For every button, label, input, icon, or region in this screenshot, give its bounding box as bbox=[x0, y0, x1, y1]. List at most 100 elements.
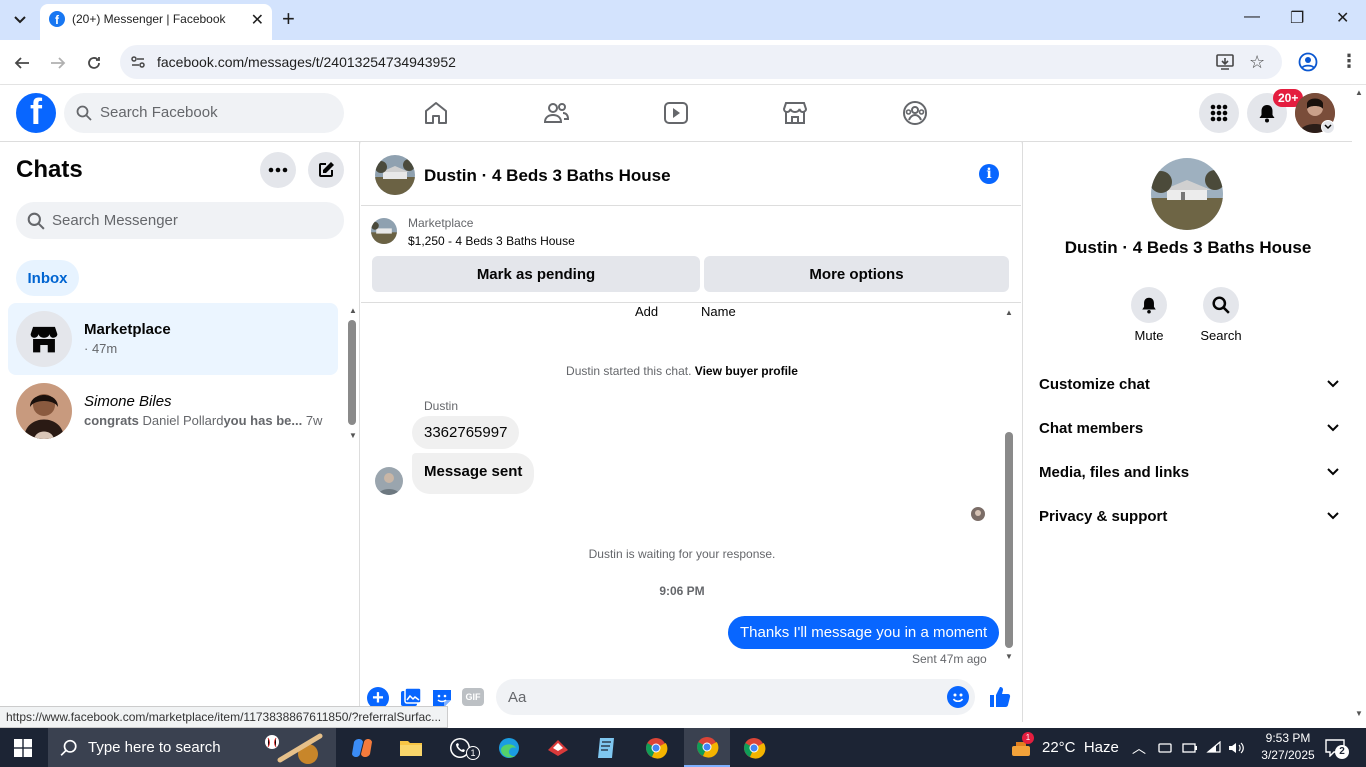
tab-title: (20+) Messenger | Facebook bbox=[72, 12, 226, 26]
home-icon[interactable] bbox=[422, 99, 450, 127]
add-label[interactable]: Add bbox=[635, 304, 658, 319]
messenger-search-input[interactable]: Search Messenger bbox=[16, 202, 344, 239]
filter-inbox[interactable]: Inbox bbox=[16, 260, 79, 296]
media-files-links-section[interactable]: Media, files and links bbox=[1039, 450, 1339, 494]
friends-icon[interactable] bbox=[542, 99, 570, 127]
facebook-logo-icon[interactable]: f bbox=[16, 93, 56, 133]
tray-meet-icon[interactable] bbox=[1158, 728, 1172, 767]
notes-app-icon[interactable] bbox=[587, 732, 627, 764]
weather-widget[interactable]: 1 22°C Haze bbox=[1010, 728, 1119, 767]
tray-wifi-icon[interactable] bbox=[1206, 728, 1222, 767]
tab-search-chevron-icon[interactable] bbox=[8, 8, 32, 32]
restore-icon[interactable]: ❐ bbox=[1290, 8, 1304, 28]
install-app-icon[interactable] bbox=[1216, 53, 1234, 71]
browser-menu-icon[interactable]: ⋮ bbox=[1340, 51, 1358, 72]
facebook-favicon-icon: f bbox=[49, 11, 65, 27]
chat-item-simone-biles[interactable]: Simone Biles congrats Daniel Pollardyou … bbox=[8, 375, 338, 447]
chats-scroll-thumb[interactable] bbox=[348, 320, 356, 425]
url-text: facebook.com/messages/t/2401325473494395… bbox=[157, 54, 456, 70]
chevron-down-icon bbox=[1327, 424, 1339, 432]
search-icon bbox=[60, 739, 78, 757]
started-text: Dustin started this chat. bbox=[566, 364, 692, 378]
profile-icon[interactable] bbox=[1298, 52, 1318, 72]
menu-grid-icon[interactable] bbox=[1199, 93, 1239, 133]
copilot-app-icon[interactable] bbox=[342, 732, 382, 764]
taskbar-search-input[interactable]: Type here to search bbox=[48, 728, 336, 767]
chats-sidebar: Chats Search Messenger Inbox Marketplace… bbox=[0, 142, 360, 706]
chat-name: Marketplace bbox=[84, 321, 171, 338]
address-bar[interactable]: facebook.com/messages/t/2401325473494395… bbox=[120, 45, 1282, 79]
groups-icon[interactable] bbox=[901, 99, 929, 127]
customize-chat-section[interactable]: Customize chat bbox=[1039, 362, 1339, 406]
bookmark-star-icon[interactable]: ☆ bbox=[1249, 52, 1265, 73]
house-avatar[interactable] bbox=[375, 155, 415, 195]
reload-icon[interactable] bbox=[83, 52, 105, 74]
message-bubble-in[interactable]: 3362765997 bbox=[412, 416, 520, 449]
privacy-support-section[interactable]: Privacy & support bbox=[1039, 494, 1339, 538]
back-arrow-icon[interactable] bbox=[11, 52, 33, 74]
listing-title[interactable]: $1,250 - 4 Beds 3 Baths House bbox=[408, 234, 575, 248]
facebook-search-input[interactable]: Search Facebook bbox=[64, 93, 344, 133]
site-settings-icon[interactable] bbox=[130, 54, 146, 70]
view-buyer-profile-link[interactable]: View buyer profile bbox=[695, 364, 798, 378]
chats-options-icon[interactable] bbox=[260, 152, 296, 188]
notification-count: 2 bbox=[1335, 744, 1349, 759]
game-app-icon[interactable] bbox=[538, 732, 578, 764]
message-input[interactable]: Aa bbox=[496, 679, 975, 715]
tray-volume-icon[interactable] bbox=[1228, 728, 1246, 767]
notification-center-icon[interactable]: 2 bbox=[1325, 728, 1349, 767]
new-tab-plus-icon[interactable]: + bbox=[282, 6, 295, 32]
mark-as-pending-button[interactable]: Mark as pending bbox=[372, 256, 700, 292]
conversation-title[interactable]: Dustin · 4 Beds 3 Baths House bbox=[424, 166, 671, 186]
messages-scroll-thumb[interactable] bbox=[1005, 432, 1013, 648]
message-bubble-out[interactable]: Thanks I'll message you in a moment bbox=[728, 616, 1000, 649]
chrome-icon[interactable] bbox=[636, 732, 676, 764]
more-options-button[interactable]: More options bbox=[704, 256, 1009, 292]
chevron-down-icon bbox=[1327, 380, 1339, 388]
tab-close-icon[interactable]: ✕ bbox=[251, 10, 264, 30]
house-large-avatar[interactable] bbox=[1151, 158, 1223, 230]
info-icon[interactable]: i bbox=[979, 164, 999, 184]
window-close-icon[interactable]: ✕ bbox=[1336, 8, 1349, 28]
emoji-icon[interactable] bbox=[947, 686, 969, 708]
chevron-down-icon bbox=[1327, 468, 1339, 476]
mute-button[interactable]: Mute bbox=[1119, 287, 1179, 343]
account-chevron-icon[interactable] bbox=[1321, 120, 1335, 134]
watch-video-icon[interactable] bbox=[662, 99, 690, 127]
taskbar-search-placeholder: Type here to search bbox=[88, 739, 221, 756]
like-thumbs-up-icon[interactable] bbox=[988, 685, 1012, 709]
browser-toolbar: facebook.com/messages/t/2401325473494395… bbox=[0, 40, 1366, 85]
tray-battery-icon[interactable] bbox=[1182, 728, 1198, 767]
minimize-icon[interactable]: — bbox=[1244, 8, 1260, 26]
messages-scrollbar[interactable]: ▲ ▼ bbox=[1003, 308, 1015, 664]
chrome-active-icon[interactable] bbox=[684, 728, 730, 767]
marketplace-icon[interactable] bbox=[781, 99, 809, 127]
name-label[interactable]: Name bbox=[701, 304, 736, 319]
chrome-profile-icon[interactable] bbox=[734, 732, 774, 764]
message-bubble-in[interactable]: Message sent bbox=[412, 453, 535, 494]
new-message-icon[interactable] bbox=[308, 152, 344, 188]
page-scrollbar[interactable]: ▲ ▼ bbox=[1352, 85, 1366, 722]
search-conversation-button[interactable]: Search bbox=[1191, 287, 1251, 343]
whatsapp-icon[interactable]: 1 bbox=[440, 732, 480, 764]
search-icon bbox=[27, 212, 45, 230]
chats-scrollbar[interactable]: ▲ ▼ bbox=[347, 306, 357, 442]
weather-badge: 1 bbox=[1022, 731, 1034, 744]
tray-chevron-icon[interactable]: ︿ bbox=[1132, 728, 1146, 767]
browser-tab-messenger[interactable]: f (20+) Messenger | Facebook ✕ bbox=[40, 4, 272, 40]
messenger-search-placeholder: Search Messenger bbox=[52, 212, 178, 229]
forward-arrow-icon[interactable] bbox=[47, 52, 69, 74]
message-timestamp: 9:06 PM bbox=[659, 584, 705, 598]
chat-members-section[interactable]: Chat members bbox=[1039, 406, 1339, 450]
conversation-panel: Dustin · 4 Beds 3 Baths House i Marketpl… bbox=[361, 142, 1021, 722]
chat-item-marketplace[interactable]: Marketplace · 47m bbox=[8, 303, 338, 375]
bell-icon bbox=[1131, 287, 1167, 323]
system-clock[interactable]: 9:53 PM 3/27/2025 bbox=[1256, 730, 1320, 764]
edge-browser-icon[interactable] bbox=[489, 732, 529, 764]
section-label: Customize chat bbox=[1039, 375, 1150, 393]
file-explorer-icon[interactable] bbox=[391, 732, 431, 764]
facebook-header: f Search Facebook 20+ bbox=[0, 85, 1352, 142]
windows-start-icon[interactable] bbox=[14, 739, 32, 757]
status-bar-url: https://www.facebook.com/marketplace/ite… bbox=[0, 706, 449, 728]
gif-icon[interactable]: GIF bbox=[462, 688, 484, 706]
